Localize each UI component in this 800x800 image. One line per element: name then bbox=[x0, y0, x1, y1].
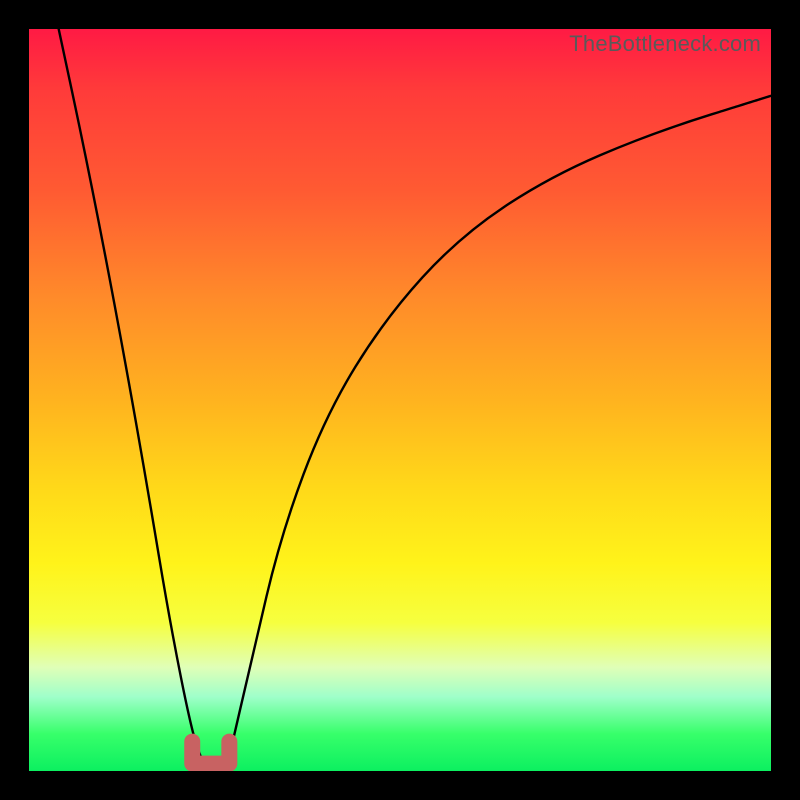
curve-left bbox=[59, 29, 204, 764]
optimal-marker bbox=[192, 742, 229, 764]
chart-svg bbox=[29, 29, 771, 771]
chart-frame: TheBottleneck.com bbox=[0, 0, 800, 800]
plot-area: TheBottleneck.com bbox=[29, 29, 771, 771]
curve-right bbox=[229, 96, 771, 756]
